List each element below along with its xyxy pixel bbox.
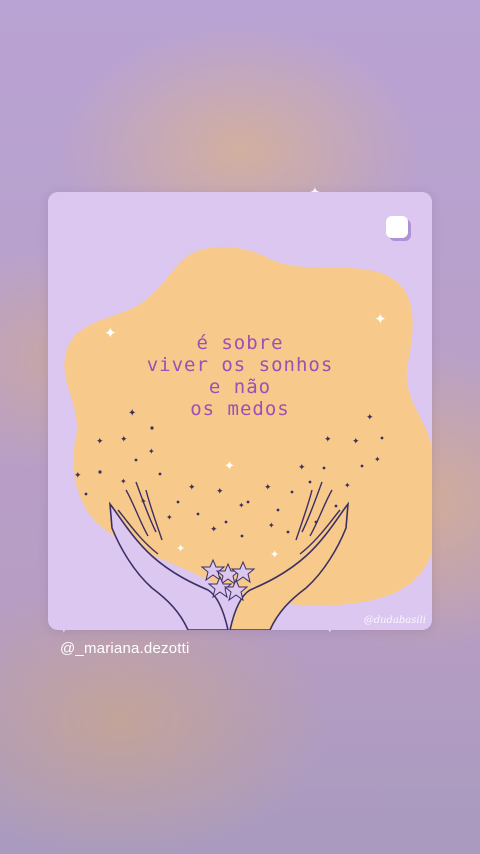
peach-blob	[64, 246, 432, 606]
svg-text:✦: ✦	[148, 447, 155, 456]
svg-text:✦: ✦	[210, 525, 218, 535]
svg-text:✦: ✦	[140, 497, 147, 506]
svg-text:✦: ✦	[298, 463, 306, 473]
svg-text:✦: ✦	[270, 548, 279, 561]
artist-watermark: @dudabasili	[363, 615, 426, 626]
svg-text:✦: ✦	[374, 310, 387, 328]
svg-text:✦: ✦	[264, 483, 272, 493]
svg-text:✦: ✦	[74, 471, 82, 481]
quote-line: e não	[208, 376, 272, 398]
svg-text:✦: ✦	[166, 513, 173, 522]
svg-text:✦: ✦	[268, 521, 275, 530]
svg-text:✦: ✦	[188, 483, 196, 493]
svg-text:✦: ✦	[352, 437, 360, 447]
svg-text:✦: ✦	[96, 437, 104, 447]
svg-text:✦: ✦	[120, 435, 128, 445]
quote-line: viver os sonhos	[146, 354, 334, 376]
svg-text:✦: ✦	[120, 477, 127, 486]
quote-line: é sobre	[196, 332, 284, 354]
svg-text:✦: ✦	[216, 487, 224, 497]
story-post-card[interactable]: ✦ ✦ ✦ ✦ ✦ ✦ ✦ ✦ ✦ ✦ ✦ ✦ ✦ ✦ ✦ ✦ ✦ ✦ ✦ ✦	[48, 192, 432, 630]
svg-text:✦: ✦	[238, 501, 245, 510]
instagram-share-icon[interactable]	[386, 216, 408, 238]
svg-text:✦: ✦	[176, 542, 185, 555]
svg-text:✦: ✦	[374, 455, 381, 464]
svg-text:✦: ✦	[324, 435, 332, 445]
quote-line: os medos	[190, 398, 290, 420]
username-mention[interactable]: @_mariana.dezotti	[60, 640, 190, 657]
quote-text: é sobre viver os sonhos e não os medos	[48, 332, 432, 420]
svg-text:✦: ✦	[224, 459, 235, 474]
svg-text:✦: ✦	[344, 481, 351, 490]
